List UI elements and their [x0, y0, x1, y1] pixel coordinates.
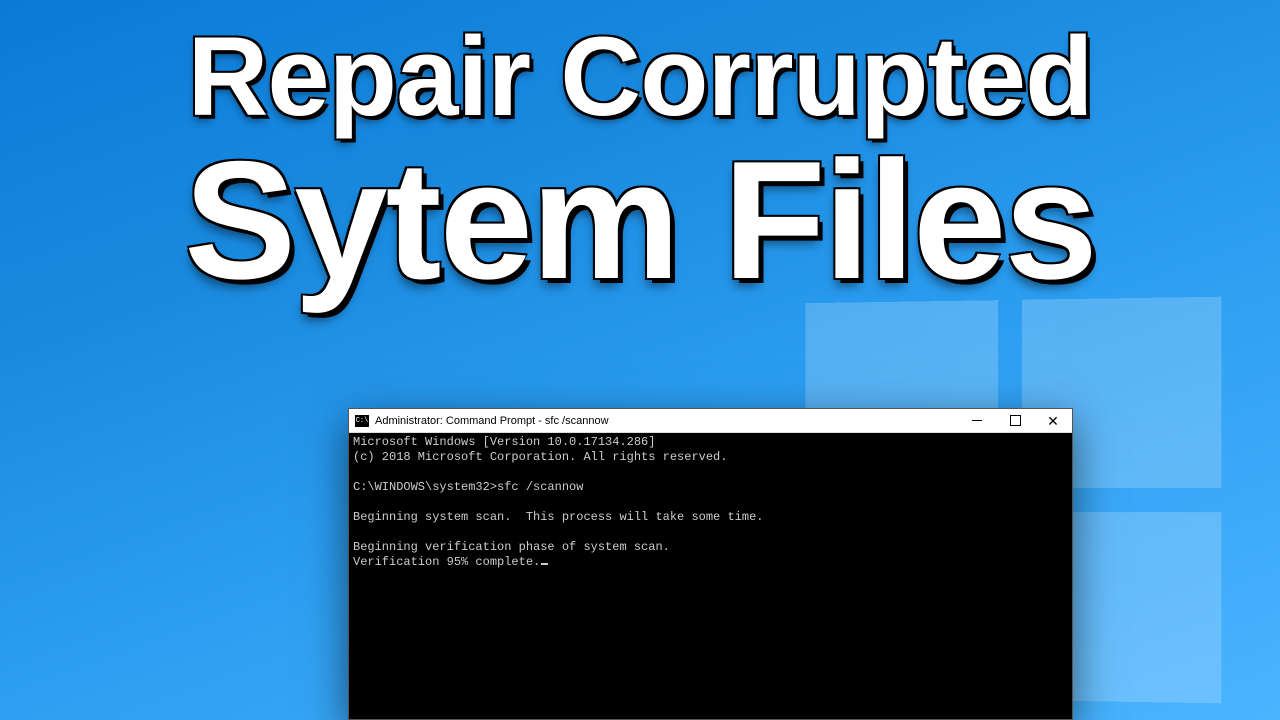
- headline-overlay: Repair Corrupted Sytem Files: [0, 18, 1280, 304]
- terminal-line: Beginning system scan. This process will…: [353, 510, 763, 524]
- terminal-line: Beginning verification phase of system s…: [353, 540, 670, 554]
- maximize-button[interactable]: [996, 409, 1034, 432]
- close-button[interactable]: ✕: [1034, 409, 1072, 432]
- desktop-background: Repair Corrupted Sytem Files C:\ Adminis…: [0, 0, 1280, 720]
- command-prompt-window: C:\ Administrator: Command Prompt - sfc …: [348, 408, 1073, 720]
- terminal-line: C:\WINDOWS\system32>sfc /scannow: [353, 480, 583, 494]
- minimize-button[interactable]: [958, 409, 996, 432]
- terminal-cursor: [541, 563, 548, 565]
- window-titlebar[interactable]: C:\ Administrator: Command Prompt - sfc …: [349, 409, 1072, 433]
- terminal-line: Verification 95% complete.: [353, 555, 540, 569]
- headline-line2: Sytem Files: [0, 136, 1280, 304]
- window-title: Administrator: Command Prompt - sfc /sca…: [375, 415, 609, 427]
- terminal-line: (c) 2018 Microsoft Corporation. All righ…: [353, 450, 727, 464]
- terminal-body[interactable]: Microsoft Windows [Version 10.0.17134.28…: [349, 433, 1072, 719]
- headline-line1: Repair Corrupted: [0, 18, 1280, 136]
- cmd-icon: C:\: [355, 415, 369, 427]
- terminal-line: Microsoft Windows [Version 10.0.17134.28…: [353, 435, 655, 449]
